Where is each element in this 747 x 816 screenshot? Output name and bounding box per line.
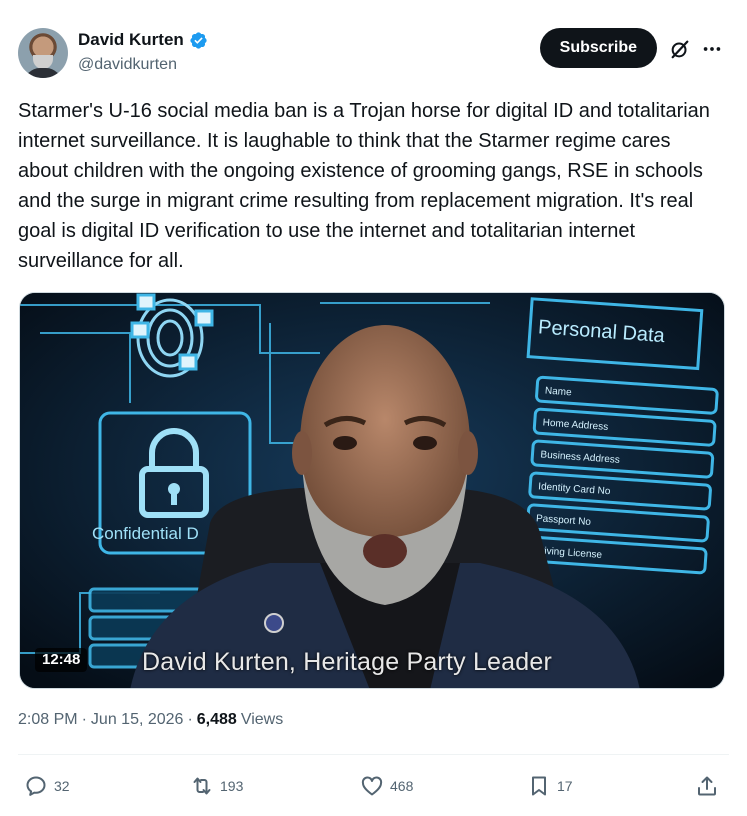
subscribe-button[interactable]: Subscribe bbox=[539, 28, 657, 68]
like-count: 468 bbox=[390, 778, 414, 794]
like-button[interactable]: 468 bbox=[360, 774, 413, 798]
tweet-header: David Kurten @davidkurten Subscribe bbox=[18, 26, 729, 80]
bookmark-icon bbox=[532, 776, 546, 796]
share-icon bbox=[698, 776, 716, 796]
author-avatar[interactable] bbox=[18, 28, 68, 78]
bookmark-count: 17 bbox=[557, 778, 573, 794]
action-bar: 32 193 468 17 bbox=[18, 770, 729, 804]
video-duration-badge: 12:48 bbox=[35, 648, 88, 672]
video-caption: David Kurten, Heritage Party Leader bbox=[142, 648, 552, 676]
tweet-text: Starmer's U-16 social media ban is a Tro… bbox=[18, 100, 710, 272]
views-count: 6,488 bbox=[196, 711, 237, 728]
more-dots-icon[interactable] bbox=[701, 38, 723, 60]
video-frame: Confidential D Personal Data Name Home A… bbox=[20, 293, 724, 688]
meta-separator-2: · bbox=[187, 711, 193, 728]
meta-separator: · bbox=[81, 711, 87, 728]
author-handle[interactable]: @davidkurten bbox=[78, 56, 177, 74]
divider bbox=[18, 754, 729, 755]
tweet-time[interactable]: 2:08 PM bbox=[18, 711, 78, 729]
author-name-row[interactable]: David Kurten bbox=[78, 30, 208, 50]
reply-icon bbox=[26, 776, 46, 796]
bookmark-button[interactable]: 17 bbox=[527, 774, 573, 798]
tweet-meta: 2:08 PM · Jun 15, 2026 · 6,488 Views bbox=[18, 711, 283, 729]
repost-count: 193 bbox=[220, 778, 244, 794]
repost-icon bbox=[193, 777, 211, 795]
verified-badge-icon bbox=[190, 31, 207, 49]
share-button[interactable] bbox=[695, 774, 719, 798]
tweet-date[interactable]: Jun 15, 2026 bbox=[91, 711, 184, 729]
reply-button[interactable]: 32 bbox=[24, 774, 70, 798]
heart-icon bbox=[361, 776, 383, 796]
reply-count: 32 bbox=[54, 778, 70, 794]
confidential-label: Confidential D bbox=[92, 524, 199, 543]
panel-field-name: Name bbox=[545, 386, 573, 399]
video-player[interactable]: Confidential D Personal Data Name Home A… bbox=[19, 292, 725, 689]
grok-slash-icon[interactable] bbox=[669, 38, 691, 60]
views-label: Views bbox=[240, 711, 284, 728]
author-display-name[interactable]: David Kurten bbox=[78, 30, 184, 50]
repost-button[interactable]: 193 bbox=[190, 774, 243, 798]
